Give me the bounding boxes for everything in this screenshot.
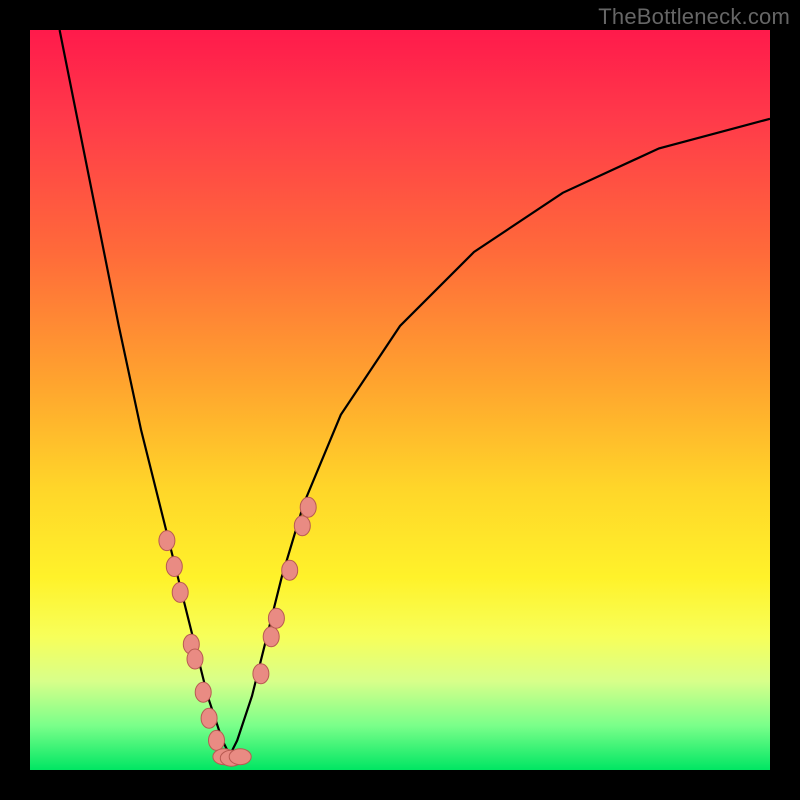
watermark-text: TheBottleneck.com [598,4,790,30]
plot-area [30,30,770,770]
data-point [268,608,284,628]
data-point [263,627,279,647]
data-point [229,749,251,765]
curve-svg [30,30,770,770]
dots-left-branch [159,531,225,751]
data-point [294,516,310,536]
data-point [166,557,182,577]
data-point [172,582,188,602]
data-point [187,649,203,669]
data-point [209,730,225,750]
data-point [195,682,211,702]
data-point [159,531,175,551]
chart-container: TheBottleneck.com [0,0,800,800]
dots-valley [213,749,251,767]
data-point [201,708,217,728]
data-point [300,497,316,517]
data-point [282,560,298,580]
data-point [253,664,269,684]
bottleneck-curve [60,30,770,755]
